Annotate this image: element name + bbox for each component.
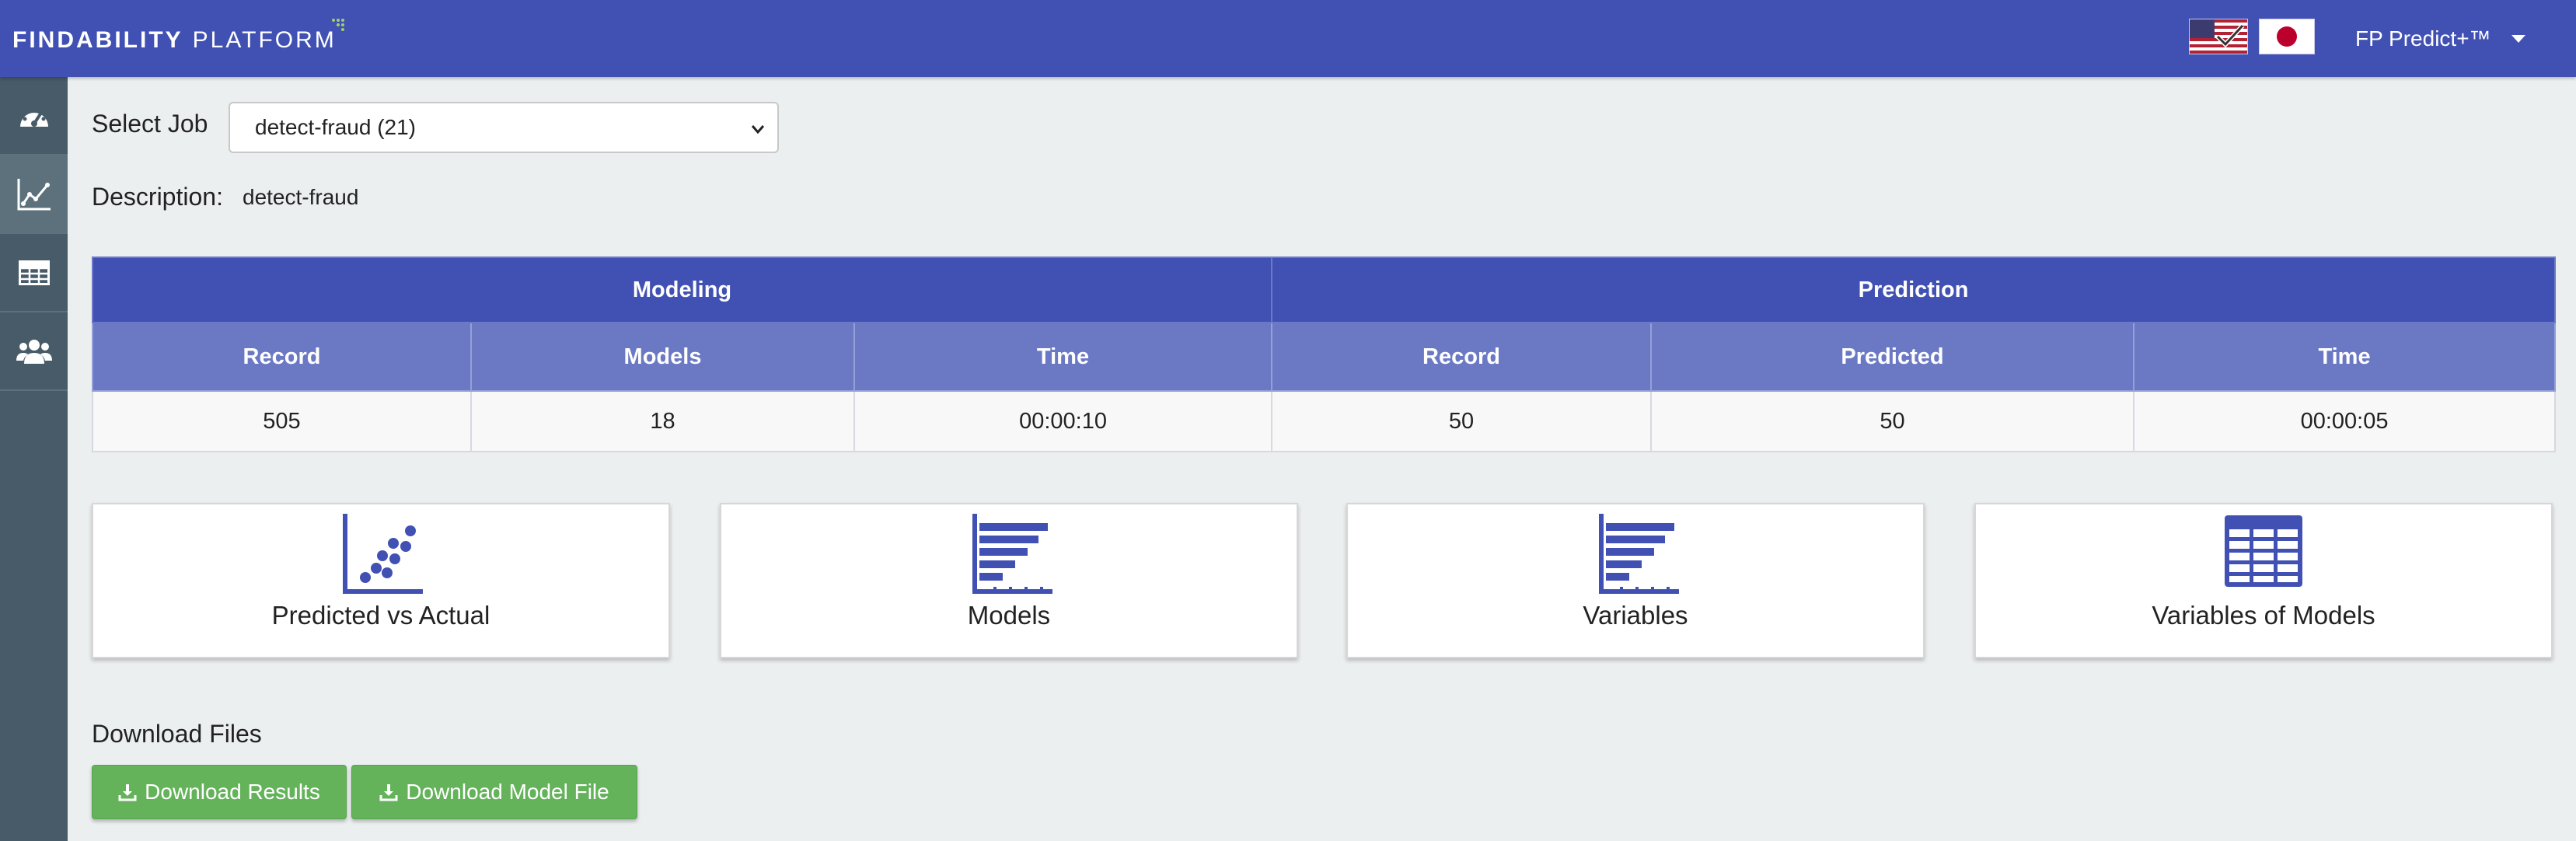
job-select-value: detect-fraud (21) bbox=[255, 115, 416, 139]
sidebar-item-users[interactable] bbox=[0, 312, 68, 391]
us-flag-icon[interactable] bbox=[2189, 19, 2248, 54]
models-card[interactable]: Models bbox=[720, 503, 1298, 658]
column-header: Predicted bbox=[1650, 322, 2135, 392]
modeling-header: Modeling bbox=[91, 256, 1273, 323]
japan-flag-icon[interactable] bbox=[2259, 19, 2315, 54]
scatter-plot-icon bbox=[343, 514, 423, 594]
select-job-label: Select Job bbox=[92, 110, 208, 138]
sidebar bbox=[0, 77, 68, 841]
brand-logo[interactable]: FINDABILITY PLATFORM bbox=[12, 19, 344, 58]
chevron-down-icon bbox=[751, 125, 765, 134]
download-model-file-button[interactable]: Download Model File bbox=[351, 765, 637, 819]
download-icon bbox=[118, 784, 137, 801]
sidebar-item-charts[interactable] bbox=[0, 155, 68, 234]
table-cell: 18 bbox=[470, 390, 855, 452]
description-label: Description: bbox=[92, 183, 223, 211]
card-label: Variables of Models bbox=[2152, 601, 2375, 630]
table-cell: 50 bbox=[1650, 390, 2135, 452]
column-header: Time bbox=[853, 322, 1273, 392]
brand-primary-text: FINDABILITY bbox=[12, 27, 183, 53]
description-value: detect-fraud bbox=[243, 185, 359, 209]
table-row: 505 18 00:00:10 50 50 00:00:05 bbox=[92, 390, 2557, 452]
sidebar-item-dashboard[interactable] bbox=[0, 77, 68, 155]
column-header: Record bbox=[1271, 322, 1653, 392]
user-menu-dropdown[interactable]: FP Predict+™ bbox=[2355, 23, 2525, 54]
variables-of-models-card[interactable]: Variables of Models bbox=[1974, 503, 2553, 658]
brand-dots-icon bbox=[331, 19, 344, 31]
table-cell: 00:00:10 bbox=[853, 390, 1273, 452]
job-select[interactable]: detect-fraud (21) bbox=[229, 102, 779, 153]
download-icon bbox=[379, 784, 398, 801]
download-files-heading: Download Files bbox=[92, 720, 262, 748]
download-results-button[interactable]: Download Results bbox=[92, 765, 347, 819]
card-label: Models bbox=[967, 601, 1051, 630]
predicted-vs-actual-card[interactable]: Predicted vs Actual bbox=[92, 503, 670, 658]
users-icon bbox=[16, 339, 52, 364]
line-chart-icon bbox=[17, 178, 51, 210]
caret-down-icon bbox=[2511, 35, 2525, 43]
column-header: Record bbox=[92, 322, 472, 392]
table-cell: 50 bbox=[1271, 390, 1653, 452]
card-label: Variables bbox=[1583, 601, 1688, 630]
top-navbar: FINDABILITY PLATFORM FP Predict+™ bbox=[0, 0, 2576, 77]
variables-card[interactable]: Variables bbox=[1346, 503, 1925, 658]
download-model-file-label: Download Model File bbox=[406, 780, 609, 804]
column-header: Models bbox=[470, 322, 855, 392]
table-grid-icon bbox=[2225, 515, 2302, 587]
bar-chart-icon bbox=[972, 514, 1052, 594]
user-menu-label: FP Predict+™ bbox=[2355, 26, 2491, 51]
job-stats-table: Modeling Prediction Record Models Time R… bbox=[91, 256, 2557, 452]
brand-secondary-text: PLATFORM bbox=[192, 27, 337, 53]
download-results-label: Download Results bbox=[145, 780, 320, 804]
sidebar-item-table[interactable] bbox=[0, 234, 68, 312]
bar-chart-icon bbox=[1599, 514, 1679, 594]
table-cell: 00:00:05 bbox=[2133, 390, 2557, 452]
prediction-header: Prediction bbox=[1271, 256, 2557, 323]
dashboard-icon bbox=[19, 106, 48, 127]
table-cell: 505 bbox=[92, 390, 472, 452]
table-icon bbox=[18, 260, 50, 285]
column-header: Time bbox=[2133, 322, 2557, 392]
card-label: Predicted vs Actual bbox=[271, 601, 490, 630]
